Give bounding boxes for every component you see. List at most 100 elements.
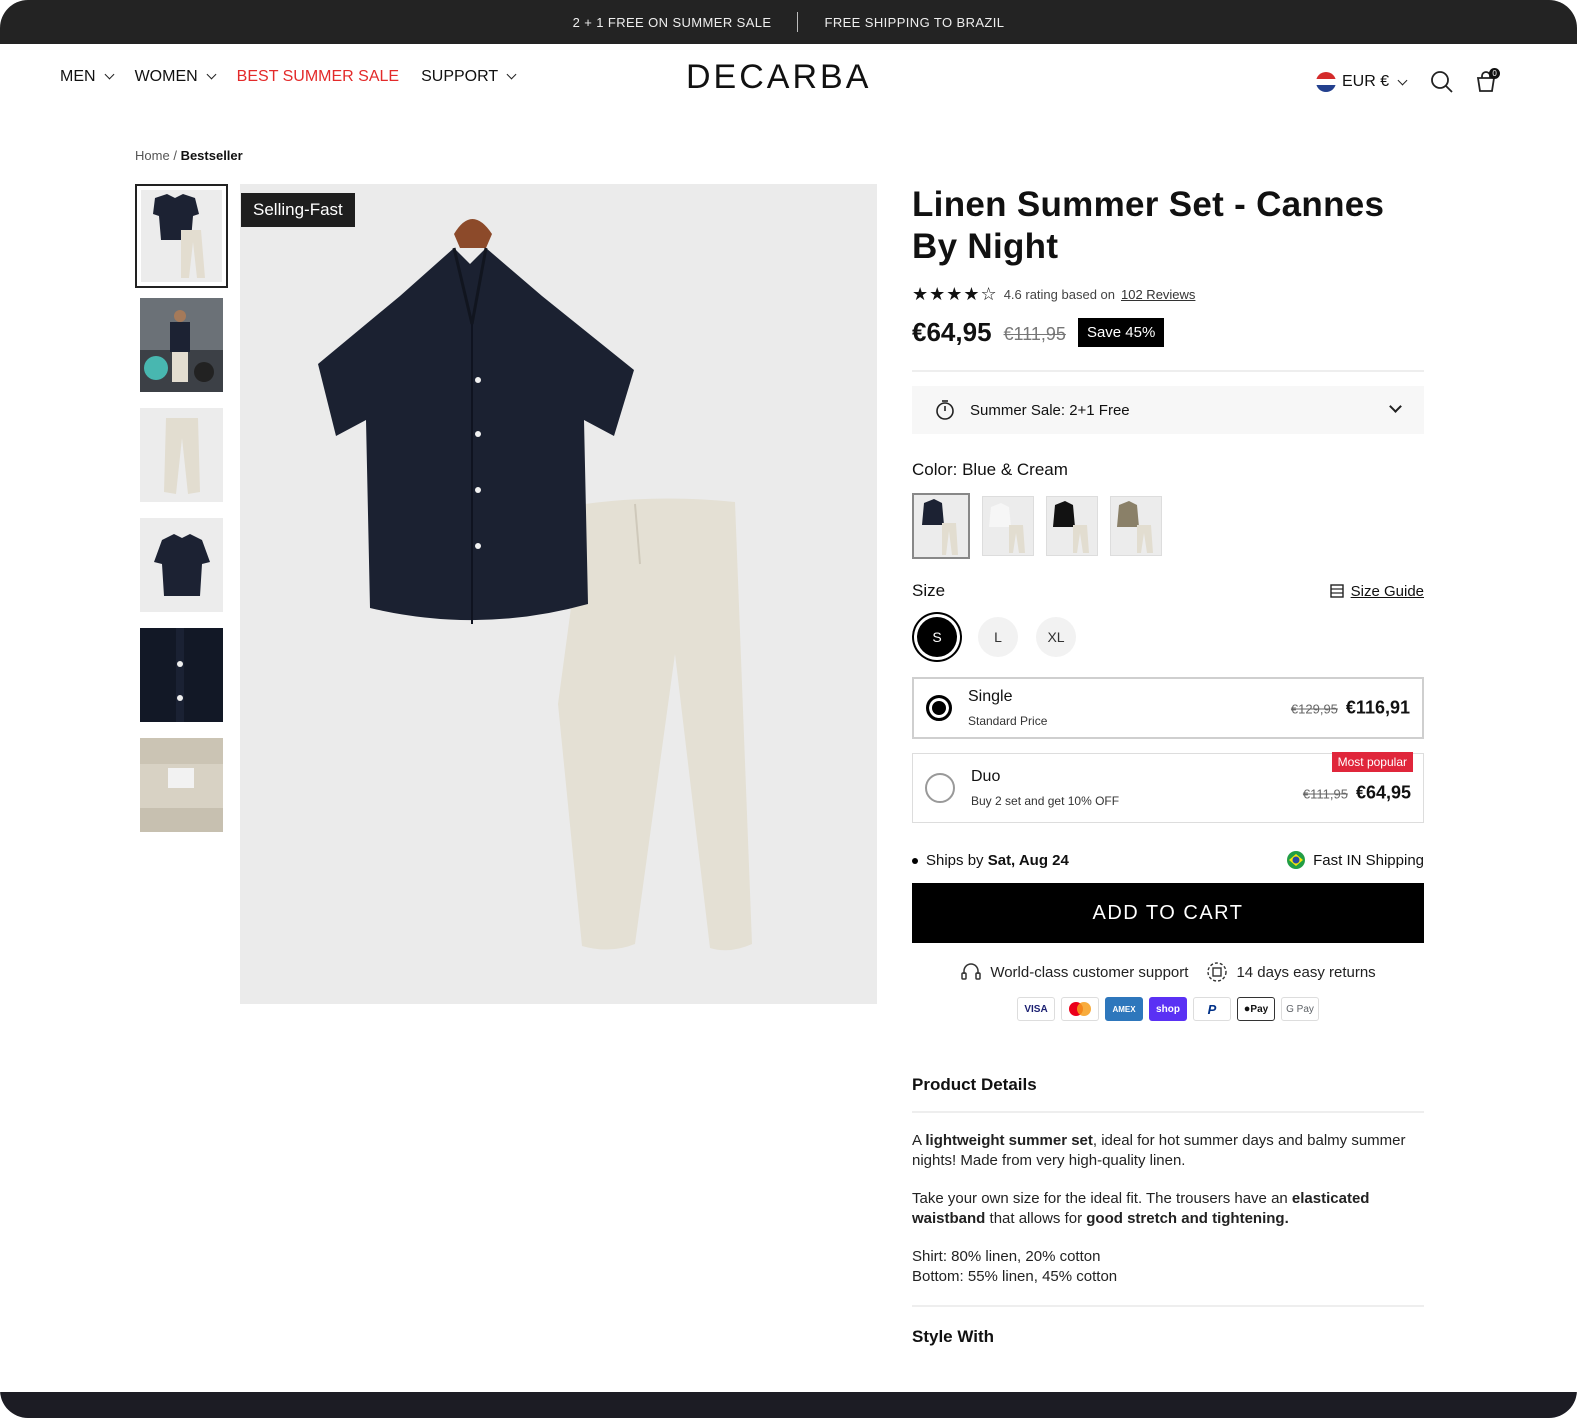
bundle-option-duo[interactable]: Most popular Duo Buy 2 set and get 10% O… [912, 752, 1424, 823]
fast-shipping: Fast IN Shipping [1287, 851, 1424, 869]
flag-icon [1316, 72, 1336, 92]
perk-support-label: World-class customer support [990, 963, 1189, 981]
thumbnail-6[interactable] [140, 738, 223, 832]
shipping-row: Ships by Sat, Aug 24 Fast IN Shipping [912, 851, 1424, 869]
details-paragraph-1: A lightweight summer set, ideal for hot … [912, 1131, 1424, 1171]
thumbnail-list [135, 184, 228, 848]
paypal-icon: P [1193, 997, 1231, 1021]
nav-item-men[interactable]: MEN [60, 68, 115, 86]
announcement-right[interactable]: FREE SHIPPING TO BRAZIL [824, 15, 1004, 30]
thumbnail-3[interactable] [140, 408, 223, 502]
option-name: Single [968, 688, 1013, 705]
size-guide-label: Size Guide [1350, 582, 1424, 600]
thumbnail-4[interactable] [140, 518, 223, 612]
breadcrumb-home[interactable]: Home [135, 148, 170, 163]
color-swatch-black-cream[interactable] [1046, 496, 1098, 556]
thumbnail-5[interactable] [140, 628, 223, 722]
radio-selected[interactable] [926, 695, 952, 721]
color-swatches [912, 493, 1424, 559]
thumbnail-1[interactable] [135, 184, 228, 288]
size-guide-link[interactable]: Size Guide [1329, 583, 1424, 600]
chevron-down-icon [1397, 75, 1408, 85]
chevron-down-icon [506, 69, 517, 80]
apple-pay-icon: ● Pay [1237, 997, 1275, 1021]
option-price: €111,95 €64,95 [1303, 783, 1411, 804]
details-emphasis: good stretch and tightening. [1086, 1210, 1289, 1227]
cart-icon[interactable]: 0 [1472, 68, 1501, 96]
option-old-price: €111,95 [1302, 786, 1348, 802]
breadcrumb: Home / Bestseller [135, 148, 243, 163]
nav-label: SUPPORT [421, 68, 499, 85]
price-row: €64,95 €111,95 Save 45% [912, 317, 1424, 348]
timer-icon [936, 400, 954, 420]
bundle-option-single[interactable]: Single Standard Price €129,95 €116,91 [912, 677, 1424, 739]
apple-icon: ● [1243, 1003, 1251, 1015]
ships-date: Sat, Aug 24 [987, 851, 1069, 869]
visa-icon: VISA [1017, 997, 1055, 1021]
apple-pay-label: Pay [1250, 1003, 1269, 1015]
radio-unselected[interactable] [925, 773, 955, 803]
search-icon[interactable] [1428, 68, 1456, 96]
shirt-thumbnail-image [140, 518, 223, 612]
reviews-link[interactable]: 102 Reviews [1121, 287, 1195, 302]
product-title: Linen Summer Set - Cannes By Night [912, 185, 1385, 266]
nav-item-best-summer-sale[interactable]: BEST SUMMER SALE [237, 68, 399, 86]
size-label: Size [912, 581, 946, 600]
perk-support: World-class customer support [960, 961, 1188, 983]
material-bottom: Bottom: 55% linen, 45% cotton [912, 1268, 1118, 1285]
breadcrumb-current: Bestseller [180, 148, 243, 163]
size-option-l[interactable]: L [978, 617, 1018, 657]
color-value: Blue & Cream [962, 460, 1068, 479]
pants-thumbnail-image [140, 408, 223, 502]
header-actions: EUR € 0 [1316, 68, 1501, 96]
nav-label: BEST SUMMER SALE [236, 68, 400, 85]
color-swatch-olive-cream[interactable] [1110, 496, 1162, 556]
summer-sale-accordion[interactable]: Summer Sale: 2+1 Free [912, 386, 1424, 434]
nav-item-women[interactable]: WOMEN [134, 68, 217, 86]
returns-box-icon [1207, 962, 1228, 982]
nav-item-support[interactable]: SUPPORT [421, 68, 517, 86]
option-price: €129,95 €116,91 [1291, 698, 1410, 719]
nav-label: MEN [60, 68, 96, 85]
page-frame: 2 + 1 FREE ON SUMMER SALE FREE SHIPPING … [0, 0, 1577, 1418]
color-swatch-blue-cream[interactable] [912, 493, 970, 559]
option-new-price: €64,95 [1355, 782, 1411, 803]
size-option-s[interactable]: S [917, 617, 957, 657]
site-logo[interactable]: DECARBA [686, 58, 871, 97]
chevron-down-icon [206, 69, 217, 80]
details-paragraph-3: Shirt: 80% linen, 20% cotton Bottom: 55%… [912, 1247, 1424, 1287]
product-details-heading[interactable]: Product Details [912, 1075, 1424, 1113]
nav-label: WOMEN [134, 68, 198, 85]
selling-fast-badge: Selling-Fast [241, 193, 355, 227]
rating-row: ★★★★☆ 4.6 rating based on 102 Reviews [912, 284, 1424, 305]
divider [912, 370, 1424, 372]
most-popular-badge: Most popular [1331, 752, 1413, 772]
color-label: Color: [912, 460, 958, 479]
perk-returns-label: 14 days easy returns [1236, 963, 1376, 981]
site-header: MEN WOMEN BEST SUMMER SALE SUPPORT DECAR… [0, 44, 1577, 114]
option-old-price: €129,95 [1290, 701, 1338, 717]
currency-selector[interactable]: EUR € [1316, 72, 1408, 92]
color-swatch-white-cream[interactable] [982, 496, 1034, 556]
cart-count-badge: 0 [1489, 68, 1501, 79]
details-emphasis: lightweight summer set [925, 1132, 1093, 1149]
details-text: that allows for [985, 1210, 1087, 1227]
add-to-cart-button[interactable]: ADD TO CART [912, 883, 1424, 943]
details-text: A [912, 1132, 926, 1149]
details-paragraph-2: Take your own size for the ideal fit. Th… [912, 1189, 1424, 1229]
product-photo [240, 184, 877, 1004]
announcement-bar: 2 + 1 FREE ON SUMMER SALE FREE SHIPPING … [0, 0, 1577, 44]
breadcrumb-separator: / [173, 148, 177, 163]
bottom-bar [0, 1392, 1577, 1418]
option-subtitle: Buy 2 set and get 10% OFF [971, 794, 1120, 808]
main-product-image[interactable]: Selling-Fast [240, 184, 877, 1004]
announcement-left[interactable]: 2 + 1 FREE ON SUMMER SALE [573, 15, 772, 30]
thumbnail-2[interactable] [140, 298, 223, 392]
product-info: Linen Summer Set - Cannes By Night ★★★★☆… [912, 184, 1424, 1347]
style-with-heading[interactable]: Style With [912, 1305, 1424, 1347]
size-option-xl[interactable]: XL [1036, 617, 1076, 657]
mastercard-icon [1061, 997, 1099, 1021]
material-shirt: Shirt: 80% linen, 20% cotton [912, 1248, 1101, 1265]
shop-pay-icon: shop [1149, 997, 1187, 1021]
product-thumbnail-image [141, 190, 222, 282]
